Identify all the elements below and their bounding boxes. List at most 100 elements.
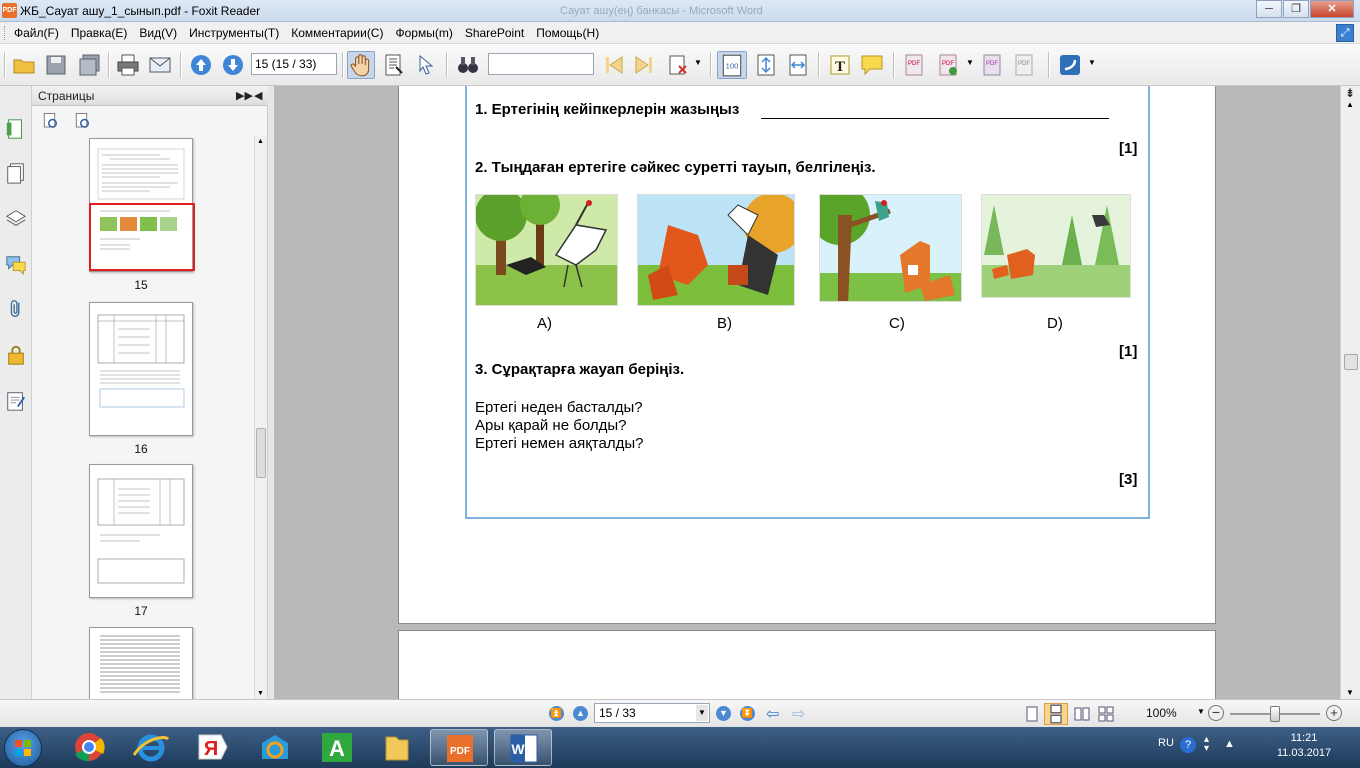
page-number-field[interactable]: 15 (15 / 33) <box>251 53 337 75</box>
actual-size-button[interactable]: 100 <box>717 51 747 79</box>
find-previous-icon[interactable] <box>602 53 626 77</box>
search-input[interactable] <box>488 53 594 75</box>
find-next-icon[interactable] <box>632 53 656 77</box>
minimize-button[interactable]: ─ <box>1256 0 1282 18</box>
save-all-icon[interactable] <box>78 53 102 77</box>
picture-option-d[interactable] <box>981 194 1131 298</box>
picture-option-c[interactable] <box>819 194 962 302</box>
system-clock[interactable]: 11:21 11.03.2017 <box>1266 731 1342 761</box>
split-view-handle-icon[interactable]: ⇟ <box>1345 86 1355 100</box>
scroll-up-arrow-icon[interactable]: ▲ <box>257 138 264 145</box>
taskbar-mail-agent[interactable] <box>246 729 304 766</box>
page-thumbnail-15[interactable] <box>89 138 195 272</box>
menu-view[interactable]: Вид(V) <box>139 26 177 40</box>
zoom-slider-track[interactable] <box>1230 706 1320 722</box>
menu-sharepoint[interactable]: SharePoint <box>465 26 524 40</box>
zoom-in-icon[interactable]: + <box>1326 705 1342 721</box>
note-comment-icon[interactable] <box>860 53 884 77</box>
last-page-icon[interactable]: ⏬ <box>740 706 755 721</box>
menu-file[interactable]: Файл(F) <box>14 26 59 40</box>
fit-width-icon[interactable] <box>786 53 810 77</box>
prev-page-icon[interactable]: ▲ <box>573 706 588 721</box>
typewriter-icon[interactable]: T <box>828 53 852 77</box>
menu-edit[interactable]: Правка(E) <box>71 26 128 40</box>
select-text-icon[interactable] <box>382 53 406 77</box>
binoculars-icon[interactable] <box>456 53 480 77</box>
scrollbar-thumb[interactable] <box>256 428 266 478</box>
help-tray-icon[interactable]: ? <box>1180 737 1196 753</box>
taskbar-app-a[interactable]: A <box>308 729 366 766</box>
next-page-nav-icon[interactable]: ▼ <box>716 706 731 721</box>
restore-ribbon-icon[interactable]: ⤢ <box>1336 24 1354 42</box>
pdf-create-icon[interactable]: PDF <box>902 53 926 77</box>
single-page-view-icon[interactable] <box>1024 706 1040 722</box>
open-folder-icon[interactable] <box>12 53 36 77</box>
document-view[interactable]: 1. Ертегінің кейіпкерлерін жазыңыз [1] 2… <box>274 86 1340 699</box>
scrollbar-thumb[interactable] <box>1344 354 1358 370</box>
continuous-facing-view-icon[interactable] <box>1098 706 1114 722</box>
fit-page-icon[interactable] <box>754 53 778 77</box>
collapse-panel-icon[interactable]: ▶▶ <box>236 89 253 102</box>
layers-icon[interactable] <box>5 208 27 230</box>
save-icon[interactable] <box>44 53 68 77</box>
previous-page-icon[interactable] <box>189 53 213 77</box>
status-page-field[interactable]: 15 / 33 ▼ <box>594 703 710 723</box>
dropdown-arrow-icon[interactable]: ▼ <box>1088 58 1096 67</box>
page-dropdown-icon[interactable]: ▼ <box>696 705 708 721</box>
attachments-icon[interactable] <box>5 298 27 320</box>
pdf-export-icon[interactable]: PDF <box>936 53 960 77</box>
search-document-icon[interactable] <box>666 53 690 77</box>
print-icon[interactable] <box>116 53 140 77</box>
picture-option-a[interactable] <box>475 194 618 306</box>
zoom-out-icon[interactable]: − <box>1208 705 1224 721</box>
select-arrow-icon[interactable] <box>414 53 438 77</box>
pdf-secure-icon[interactable]: PDF <box>980 53 1004 77</box>
start-button[interactable] <box>4 729 42 767</box>
continuous-view-button[interactable] <box>1044 703 1068 725</box>
zoom-slider-thumb[interactable] <box>1270 706 1280 722</box>
security-lock-icon[interactable] <box>5 344 27 366</box>
foxit-logo-icon[interactable] <box>1058 53 1082 77</box>
zoom-in-thumbnail-icon[interactable] <box>42 112 60 130</box>
taskbar-foxit-reader[interactable]: PDF <box>430 729 488 766</box>
email-icon[interactable] <box>148 53 172 77</box>
zoom-out-thumbnail-icon[interactable] <box>74 112 92 130</box>
scroll-up-arrow-icon[interactable]: ▲ <box>1346 100 1354 109</box>
page-thumbnail-18[interactable] <box>89 627 193 699</box>
flag-tray-icon[interactable]: ▴ ▾ <box>1204 735 1209 754</box>
menu-tools[interactable]: Инструменты(T) <box>189 26 279 40</box>
picture-option-b[interactable] <box>637 194 795 306</box>
maximize-button[interactable]: ❐ <box>1283 0 1309 18</box>
show-hidden-icons-icon[interactable]: ▲ <box>1224 738 1235 750</box>
pages-icon[interactable] <box>5 162 27 184</box>
menu-forms[interactable]: Формы(m) <box>395 26 452 40</box>
bookmarks-icon[interactable] <box>5 118 27 140</box>
taskbar-yandex[interactable]: Я <box>182 729 240 766</box>
foxit-app-icon[interactable]: PDF <box>2 3 17 18</box>
taskbar-explorer[interactable] <box>368 729 426 766</box>
page-thumbnail-16[interactable] <box>89 302 193 436</box>
thumbnails-scrollbar[interactable]: ▲ ▼ <box>254 136 267 699</box>
comments-icon[interactable] <box>5 254 27 276</box>
taskbar-word[interactable]: W <box>494 729 552 766</box>
page-thumbnail-17[interactable] <box>89 464 193 598</box>
hand-tool-button[interactable] <box>347 51 375 79</box>
facing-view-icon[interactable] <box>1074 706 1090 722</box>
forward-arrow-icon[interactable]: ⇨ <box>792 704 805 724</box>
language-indicator[interactable]: RU <box>1158 737 1174 749</box>
zoom-dropdown-icon[interactable]: ▼ <box>1197 707 1205 716</box>
first-page-icon[interactable]: ⏫ <box>549 706 564 721</box>
dropdown-arrow-icon[interactable]: ▼ <box>694 58 702 67</box>
zoom-level[interactable]: 100% <box>1146 706 1177 720</box>
taskbar-ie[interactable] <box>122 729 180 766</box>
menu-help[interactable]: Помощь(H) <box>536 26 599 40</box>
back-arrow-icon[interactable]: ⇦ <box>766 704 779 724</box>
next-page-icon[interactable] <box>221 53 245 77</box>
dropdown-arrow-icon[interactable]: ▼ <box>966 58 974 67</box>
scroll-down-arrow-icon[interactable]: ▼ <box>257 690 264 697</box>
close-button[interactable]: ✕ <box>1310 0 1354 18</box>
pdf-sign-icon[interactable]: PDF <box>1012 53 1036 77</box>
scroll-down-arrow-icon[interactable]: ▼ <box>1346 688 1354 697</box>
signatures-icon[interactable] <box>5 390 27 412</box>
taskbar-chrome[interactable] <box>60 729 118 766</box>
